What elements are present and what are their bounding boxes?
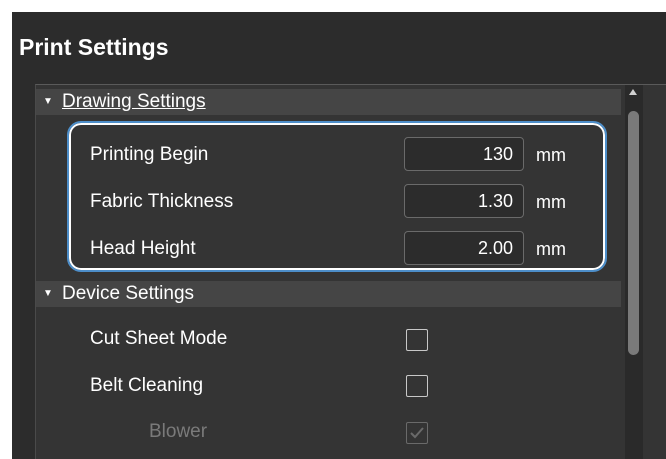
section-header-drawing-settings[interactable]: ▼ Drawing Settings <box>36 89 621 115</box>
cut-sheet-mode-checkbox[interactable] <box>406 329 428 351</box>
scroll-thumb[interactable] <box>628 111 639 355</box>
belt-cleaning-checkbox[interactable] <box>406 375 428 397</box>
printing-begin-label: Printing Begin <box>90 144 209 165</box>
section-label: Device Settings <box>62 283 195 304</box>
head-height-unit: mm <box>536 239 566 259</box>
blower-checkbox <box>406 422 428 444</box>
blower-label: Blower <box>149 421 208 442</box>
fabric-thickness-value: 1.30 <box>477 191 513 211</box>
vertical-scrollbar[interactable] <box>625 85 643 459</box>
section-label: Drawing Settings <box>62 91 206 112</box>
scroll-up-arrow-icon[interactable] <box>629 89 637 95</box>
cut-sheet-mode-label: Cut Sheet Mode <box>90 328 228 349</box>
fabric-thickness-label: Fabric Thickness <box>90 191 234 212</box>
settings-panel: ▼ Drawing Settings Printing Begin 130 mm… <box>35 84 666 459</box>
caret-down-icon: ▼ <box>43 96 53 107</box>
caret-down-icon: ▼ <box>43 288 53 299</box>
belt-cleaning-label: Belt Cleaning <box>90 375 204 396</box>
print-settings-window: Print Settings ▼ Drawing Settings Printi… <box>12 12 666 459</box>
head-height-input[interactable]: 2.00 <box>404 231 524 265</box>
printing-begin-value: 130 <box>482 144 513 164</box>
checkmark-icon <box>410 427 424 439</box>
head-height-value: 2.00 <box>477 238 513 258</box>
page-title: Print Settings <box>19 34 169 60</box>
fabric-thickness-unit: mm <box>536 192 566 212</box>
head-height-label: Head Height <box>90 238 196 259</box>
printing-begin-unit: mm <box>536 145 566 165</box>
section-header-device-settings[interactable]: ▼ Device Settings <box>36 281 621 307</box>
fabric-thickness-input[interactable]: 1.30 <box>404 184 524 218</box>
printing-begin-input[interactable]: 130 <box>404 137 524 171</box>
